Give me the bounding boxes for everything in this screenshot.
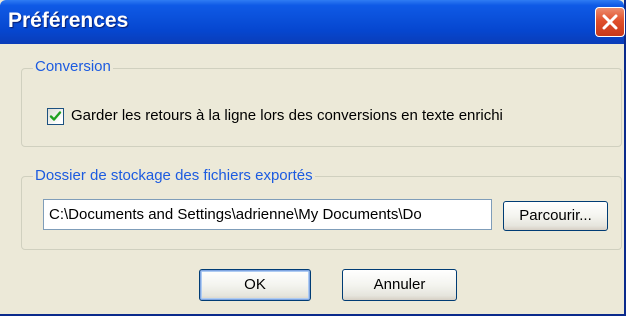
close-button[interactable] (595, 7, 625, 37)
conversion-legend: Conversion (33, 58, 113, 75)
browse-button[interactable]: Parcourir... (503, 201, 608, 231)
close-icon (602, 14, 618, 30)
ok-button[interactable]: OK (199, 269, 311, 301)
keep-line-breaks-checkbox[interactable] (47, 108, 64, 125)
title-bar[interactable]: Préférences (0, 0, 625, 44)
storage-folder-legend: Dossier de stockage des fichiers exporté… (33, 167, 315, 184)
dialog-title: Préférences (8, 9, 129, 32)
cancel-button[interactable]: Annuler (342, 269, 457, 301)
preferences-dialog: Préférences Conversion Garder les retour… (0, 0, 626, 316)
storage-path-input[interactable]: C:\Documents and Settings\adrienne\My Do… (43, 199, 492, 230)
checkmark-icon (49, 111, 62, 121)
keep-line-breaks-label[interactable]: Garder les retours à la ligne lors des c… (71, 107, 503, 124)
